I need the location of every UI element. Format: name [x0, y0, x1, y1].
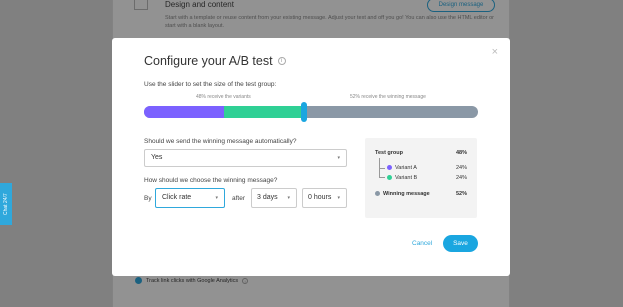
slider-handle[interactable]	[301, 102, 308, 122]
chat-tab[interactable]: Chat 24/7	[0, 183, 12, 225]
slider-instruction: Use the slider to set the size of the te…	[144, 81, 277, 88]
hours-select[interactable]: 0 hours ▾	[302, 188, 347, 208]
cancel-button[interactable]: Cancel	[412, 240, 432, 247]
days-value: 3 days	[257, 194, 278, 201]
winning-value: 52%	[455, 191, 467, 197]
variant-b-label: Variant B	[395, 175, 418, 181]
chevron-down-icon: ▾	[337, 195, 340, 201]
ab-test-modal: × Configure your A/B test i Use the slid…	[112, 38, 510, 276]
winning-label: Winning message	[383, 191, 430, 197]
info-icon[interactable]: i	[277, 57, 286, 65]
variant-b-dot-icon	[387, 175, 392, 181]
auto-send-select[interactable]: Yes ▾	[144, 149, 347, 167]
variant-a-value: 24%	[455, 165, 467, 171]
test-group-label: Test group	[375, 150, 404, 156]
test-group-slider[interactable]	[144, 106, 478, 118]
chevron-down-icon: ▾	[337, 155, 340, 161]
winning-dot-icon	[375, 191, 380, 197]
variant-b-segment	[224, 106, 305, 118]
modal-title-text: Configure your A/B test	[144, 54, 273, 68]
variants-percent-label: 48% receive the variants	[196, 94, 251, 100]
close-icon[interactable]: ×	[492, 46, 498, 58]
days-select[interactable]: 3 days ▾	[251, 188, 297, 208]
chevron-down-icon: ▾	[287, 195, 290, 201]
variant-a-label: Variant A	[395, 165, 417, 171]
after-label: after	[232, 195, 246, 202]
tree-connector	[379, 168, 385, 169]
by-label: By	[144, 195, 152, 202]
variant-b-value: 24%	[455, 175, 467, 181]
criterion-value: Click rate	[162, 194, 192, 201]
variant-a-row: Variant A	[387, 165, 417, 171]
auto-send-value: Yes	[151, 154, 163, 161]
variant-b-row: Variant B	[387, 175, 417, 181]
auto-send-question: Should we send the winning message autom…	[144, 138, 297, 145]
modal-title: Configure your A/B test i	[144, 54, 286, 68]
test-group-value: 48%	[455, 150, 467, 156]
save-button[interactable]: Save	[443, 235, 478, 252]
winner-criterion-question: How should we choose the winning message…	[144, 177, 278, 184]
winning-percent-label: 52% receive the winning message	[350, 94, 426, 100]
variant-a-dot-icon	[387, 165, 392, 171]
hours-value: 0 hours	[308, 194, 332, 201]
test-summary-panel: Test group 48% Variant A 24% Variant B 2…	[365, 138, 477, 218]
chevron-down-icon: ▾	[215, 195, 218, 201]
winning-row: Winning message	[375, 191, 430, 197]
variant-a-segment	[144, 106, 225, 118]
criterion-select[interactable]: Click rate ▾	[155, 188, 225, 208]
